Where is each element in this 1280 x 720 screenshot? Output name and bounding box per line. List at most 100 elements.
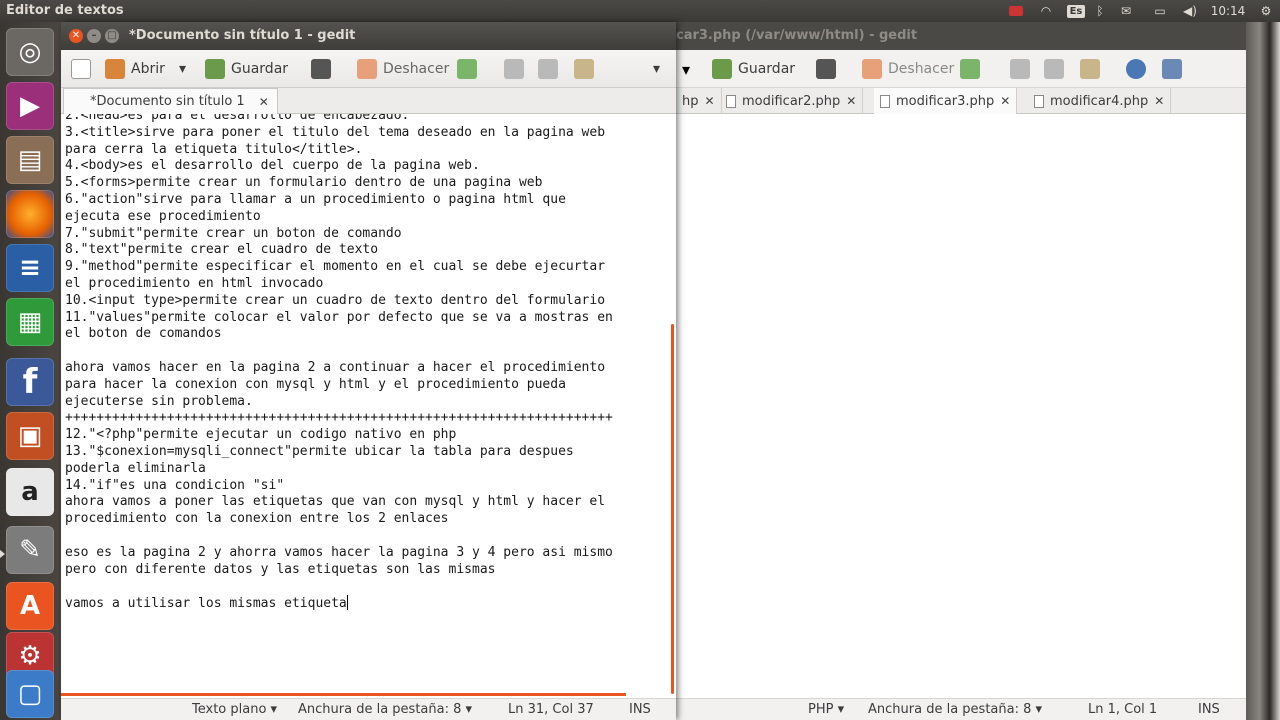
cut-button[interactable] <box>504 59 524 79</box>
software-center-icon[interactable]: A <box>6 582 54 630</box>
editor-text: 2.<head>es para el desarrollo de encabez… <box>65 114 669 612</box>
bg-print-button[interactable] <box>816 59 836 79</box>
print-button[interactable] <box>311 59 331 79</box>
bg-search-button[interactable] <box>1126 59 1146 79</box>
writer-icon[interactable]: ≡ <box>6 244 54 292</box>
editor-line: para cerra la etiqueta titulo</title>. <box>65 141 363 157</box>
text-editor[interactable]: 2.<head>es para el desarrollo de encabez… <box>61 114 676 694</box>
open-dropdown[interactable]: ▾ <box>179 59 186 79</box>
bg-replace-button[interactable] <box>1162 59 1182 79</box>
power-gear-icon[interactable]: ⚙ <box>1256 2 1276 20</box>
toolbar-overflow-dropdown[interactable]: ▾ <box>653 59 660 79</box>
bg-save-button[interactable]: Guardar <box>712 59 795 79</box>
clock[interactable]: 10:14 <box>1208 2 1248 20</box>
facebook-icon[interactable]: f <box>6 358 54 406</box>
save-icon <box>712 59 732 79</box>
replace-icon <box>1162 59 1182 79</box>
bg-paste-button[interactable] <box>1080 59 1100 79</box>
recording-icon[interactable] <box>1006 2 1026 20</box>
bg-undo-button[interactable]: Deshacer <box>862 59 954 79</box>
tabbar: *Documento sin título 1 ✕ <box>61 88 676 114</box>
bg-save-dropdown-icon[interactable]: ▾ <box>682 59 690 79</box>
folder-icon <box>105 59 125 79</box>
bg-copy-button[interactable] <box>1044 59 1064 79</box>
tab-width-selector[interactable]: Anchura de la pestaña: 8 ▾ <box>298 702 472 717</box>
bg-tab-label: modificar4.php <box>1050 93 1149 109</box>
amazon-icon[interactable]: a <box>6 468 54 516</box>
background-gedit-window[interactable]: car3.php (/var/www/html) - gedit ▾ Guard… <box>676 22 1246 720</box>
impress-icon[interactable]: ▣ <box>6 412 54 460</box>
close-window-button[interactable]: ✕ <box>69 29 83 43</box>
editor-line: el procedimiento en html invocado <box>65 275 324 291</box>
bg-tab-2[interactable]: modificar3.php ✕ <box>874 88 1018 114</box>
search-icon <box>1126 59 1146 79</box>
open-button[interactable]: Abrir <box>105 59 165 79</box>
language-selector[interactable]: Texto plano ▾ <box>192 702 277 717</box>
editor-line: ahora vamos a poner las etiquetas que va… <box>65 494 606 510</box>
copy-icon <box>1044 59 1064 79</box>
close-icon[interactable]: ✕ <box>846 94 856 108</box>
close-icon[interactable]: ✕ <box>1000 94 1010 108</box>
maximize-window-button[interactable]: □ <box>105 29 119 43</box>
statusbar: Texto plano ▾ Anchura de la pestaña: 8 ▾… <box>61 698 676 720</box>
bg-tab-label: hp <box>682 93 699 109</box>
bg-redo-button[interactable] <box>960 59 980 79</box>
files-icon[interactable]: ▤ <box>6 136 54 184</box>
editor-line: ejecuta ese procedimiento <box>65 208 261 224</box>
keyboard-layout-label: Es <box>1066 4 1086 18</box>
tab-untitled-document[interactable]: *Documento sin título 1 ✕ <box>63 88 278 114</box>
bluetooth-icon[interactable]: ᛒ <box>1092 2 1108 20</box>
copy-button[interactable] <box>538 59 558 79</box>
vertical-scrollbar[interactable] <box>671 324 674 694</box>
bg-tab-3[interactable]: modificar4.php ✕ <box>1028 88 1172 114</box>
bg-cut-button[interactable] <box>1010 59 1030 79</box>
ubuntu-dash-icon[interactable]: ◎ <box>6 28 54 76</box>
battery-icon[interactable]: ▭ <box>1148 2 1172 20</box>
editor-line: 3.<title>sirve para poner el titulo del … <box>65 124 606 140</box>
titlebar[interactable]: ✕ – □ *Documento sin título 1 - gedit <box>61 22 676 50</box>
bg-titlebar[interactable]: car3.php (/var/www/html) - gedit <box>676 22 1246 50</box>
bg-tab-width-selector[interactable]: Anchura de la pestaña: 8 ▾ <box>868 702 1042 717</box>
close-icon[interactable]: ✕ <box>705 94 715 108</box>
video-player-icon[interactable]: ▶ <box>6 82 54 130</box>
save-label: Guardar <box>231 61 289 77</box>
minimize-window-button[interactable]: – <box>87 29 101 43</box>
bg-tab-0[interactable]: hp ✕ <box>676 88 722 114</box>
bg-tab-1[interactable]: modificar2.php ✕ <box>720 88 864 114</box>
cursor-position: Ln 31, Col 37 <box>508 702 594 717</box>
editor-line: 8."text"permite crear el cuadro de texto <box>65 242 379 258</box>
save-button[interactable]: Guardar <box>205 59 288 79</box>
gedit-window[interactable]: ✕ – □ *Documento sin título 1 - gedit Ab… <box>61 22 676 720</box>
keyboard-layout-indicator[interactable]: Es <box>1066 2 1086 20</box>
horizontal-scrollbar[interactable] <box>61 693 626 696</box>
bg-tab-label: modificar3.php <box>896 93 995 109</box>
firefox-icon[interactable] <box>6 190 54 238</box>
calc-icon[interactable]: ▦ <box>6 298 54 346</box>
redo-button[interactable] <box>457 59 477 79</box>
wifi-icon[interactable]: ◠ <box>1036 2 1056 20</box>
paste-button[interactable] <box>574 59 594 79</box>
bg-tab-label: modificar2.php <box>742 93 841 109</box>
new-document-button[interactable] <box>71 59 91 79</box>
undo-icon <box>862 59 882 79</box>
print-icon <box>311 59 331 79</box>
file-icon <box>880 94 890 108</box>
bg-statusbar: PHP ▾ Anchura de la pestaña: 8 ▾ Ln 1, C… <box>676 698 1246 720</box>
window-title: *Documento sin título 1 - gedit <box>129 28 356 43</box>
undo-button[interactable]: Deshacer <box>357 59 449 79</box>
close-icon[interactable]: ✕ <box>1154 94 1164 108</box>
close-icon[interactable]: ✕ <box>259 95 269 109</box>
bg-language-selector[interactable]: PHP ▾ <box>808 702 844 717</box>
editor-line: ++++++++++++++++++++++++++++++++++++++++… <box>65 410 613 426</box>
paste-icon <box>1080 59 1100 79</box>
bg-save-label: Guardar <box>738 61 796 77</box>
tab-label: *Documento sin título 1 <box>90 94 245 109</box>
workspace-icon[interactable]: ▢ <box>6 670 54 718</box>
text-editor-icon[interactable]: ✎ <box>6 526 54 574</box>
bg-toolbar: ▾ Guardar Deshacer <box>676 50 1246 88</box>
volume-icon[interactable]: ◀) <box>1180 2 1200 20</box>
tab-width-label: Anchura de la pestaña: 8 <box>298 702 462 717</box>
mail-icon[interactable]: ✉ <box>1116 2 1136 20</box>
running-indicator <box>0 550 5 558</box>
